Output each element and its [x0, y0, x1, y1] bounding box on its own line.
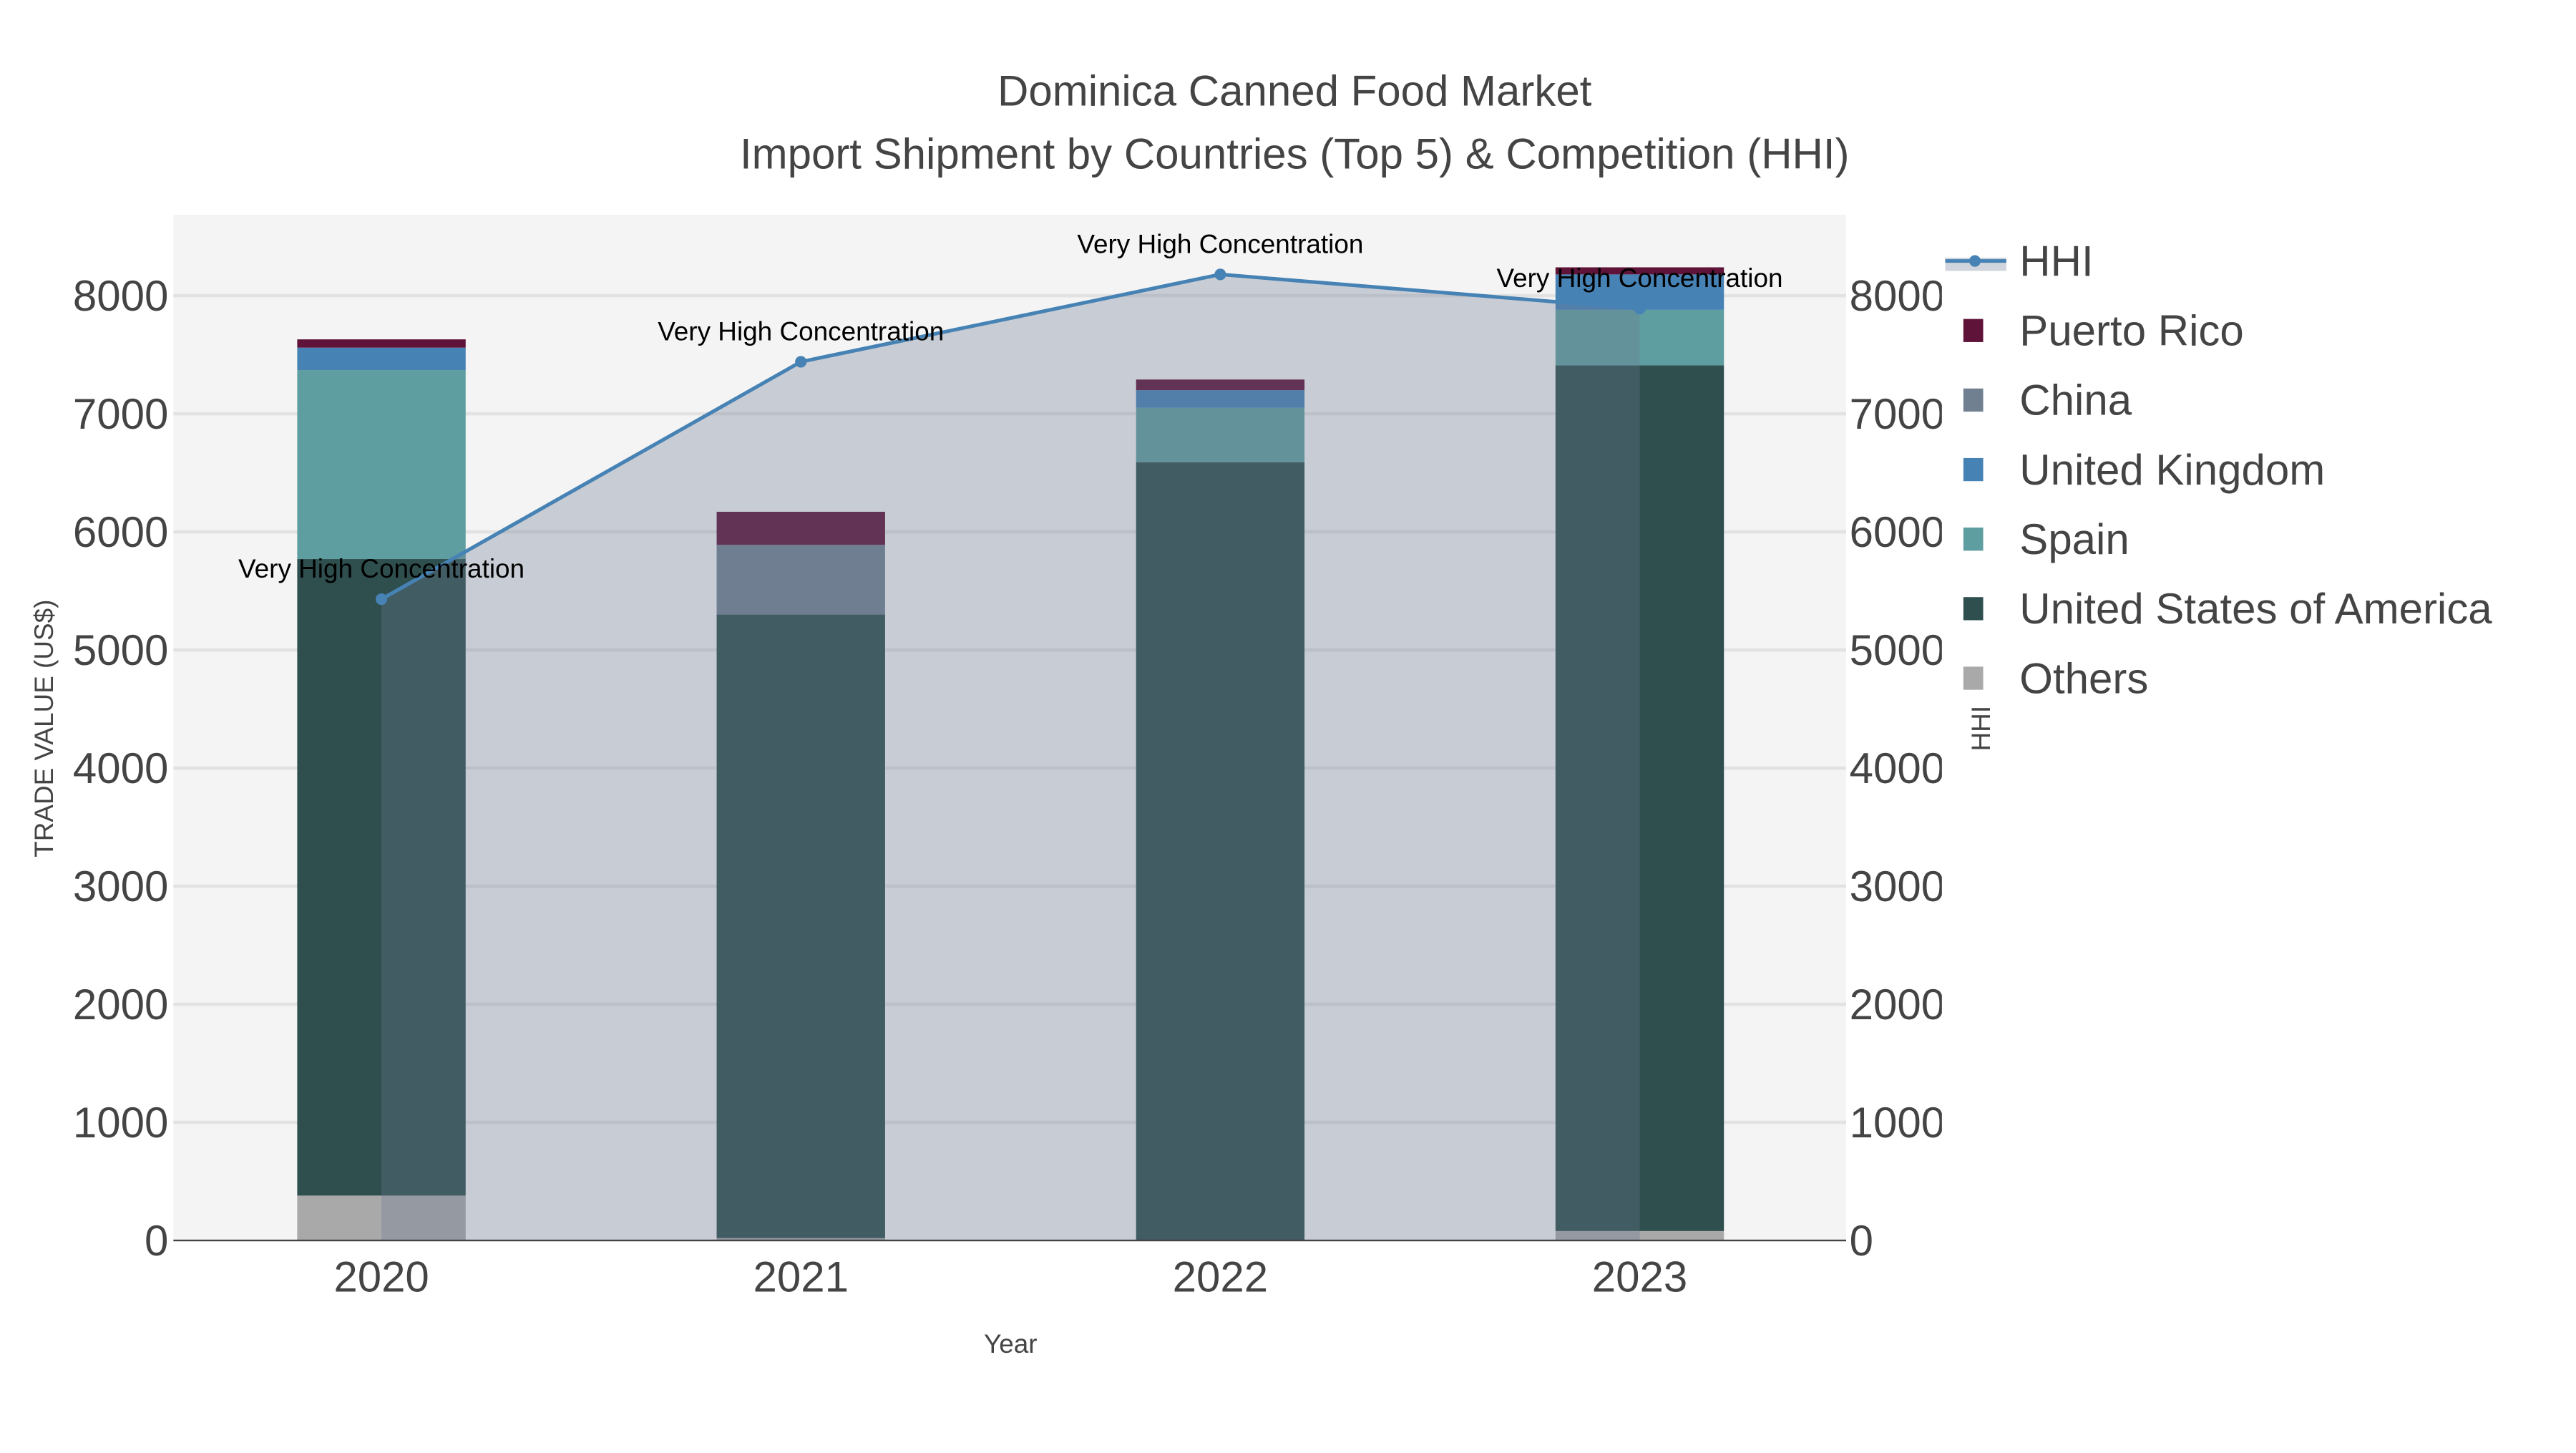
- legend-label: China: [2019, 376, 2132, 424]
- chart-title: Dominica Canned Food Market: [997, 67, 1592, 115]
- hhi-point-2021: [795, 356, 807, 368]
- x-tick-label: 2020: [333, 1253, 429, 1301]
- y-tick-label: 5000: [73, 626, 168, 674]
- y2-tick-label: 7000: [1850, 390, 1945, 438]
- y-tick-label: 3000: [73, 862, 168, 910]
- legend-swatch-spain: [1963, 528, 1984, 551]
- hhi-point-2023: [1634, 303, 1646, 315]
- y2-tick-label: 3000: [1850, 862, 1945, 910]
- x-axis-ticks: 2020 2021 2022 2023: [333, 1253, 1687, 1301]
- chart-subtitle: Import Shipment by Countries (Top 5) & C…: [740, 130, 1850, 178]
- bar-puerto-rico-2020: [297, 339, 466, 348]
- legend-swatch-puerto-rico: [1963, 319, 1984, 342]
- y2-tick-label: 6000: [1850, 508, 1945, 556]
- y-axis-ticks: 0 1000 2000 3000 4000 5000 6000 7000 8000: [73, 272, 168, 1265]
- x-tick-label: 2022: [1173, 1253, 1268, 1301]
- y2-tick-label: 5000: [1850, 626, 1945, 674]
- legend-swatch-united-states-of-america: [1963, 597, 1984, 621]
- legend-label: Spain: [2019, 515, 2129, 563]
- legend-swatch-hhi-marker: [1968, 255, 1981, 267]
- y2-axis-ticks: 0 1000 2000 3000 4000 5000 6000 7000 8000: [1850, 272, 1945, 1265]
- hhi-point-2022: [1214, 268, 1226, 281]
- hhi-point-2020: [376, 593, 388, 606]
- y2-tick-label: 0: [1850, 1217, 1873, 1265]
- legend-swatch-others: [1963, 666, 1984, 690]
- y2-axis-label: HHI: [1966, 706, 1996, 752]
- y-tick-label: 2000: [73, 981, 168, 1029]
- y-tick-label: 7000: [73, 390, 168, 438]
- legend-swatch-china: [1963, 388, 1984, 412]
- y2-tick-label: 1000: [1850, 1099, 1945, 1147]
- y-tick-label: 1000: [73, 1099, 168, 1147]
- bar-spain-2020: [297, 370, 466, 560]
- annotation-label: Very High Concentration: [1077, 229, 1363, 258]
- annotation-label: Very High Concentration: [1497, 263, 1783, 293]
- legend-label: United States of America: [2019, 585, 2492, 633]
- y-tick-label: 8000: [73, 272, 168, 320]
- y2-tick-label: 2000: [1850, 981, 1945, 1029]
- y-tick-label: 0: [145, 1217, 168, 1265]
- y-tick-label: 6000: [73, 508, 168, 556]
- y-axis-label: TRADE VALUE (US$): [29, 600, 59, 857]
- legend-label: United Kingdom: [2019, 446, 2325, 494]
- chart: 0 1000 2000 3000 4000 5000 6000 7000 8000 0 1000 2…: [29, 67, 2492, 1359]
- y2-tick-label: 4000: [1850, 744, 1945, 792]
- legend-label: Others: [2019, 654, 2148, 702]
- legend-label: Puerto Rico: [2019, 307, 2243, 355]
- legend-label: HHI: [2019, 237, 2093, 285]
- x-axis-label: Year: [984, 1329, 1038, 1359]
- annotation-label: Very High Concentration: [238, 554, 525, 583]
- y-tick-label: 4000: [73, 744, 168, 792]
- legend-swatch-united-kingdom: [1963, 457, 1984, 482]
- annotation-label: Very High Concentration: [658, 316, 944, 346]
- x-tick-label: 2023: [1592, 1253, 1687, 1301]
- legend: HHI Puerto Rico China United Kingdom Spain Un…: [1945, 237, 2492, 702]
- bar-united-kingdom-2020: [297, 347, 466, 371]
- x-tick-label: 2021: [753, 1253, 848, 1301]
- y2-tick-label: 8000: [1850, 272, 1945, 320]
